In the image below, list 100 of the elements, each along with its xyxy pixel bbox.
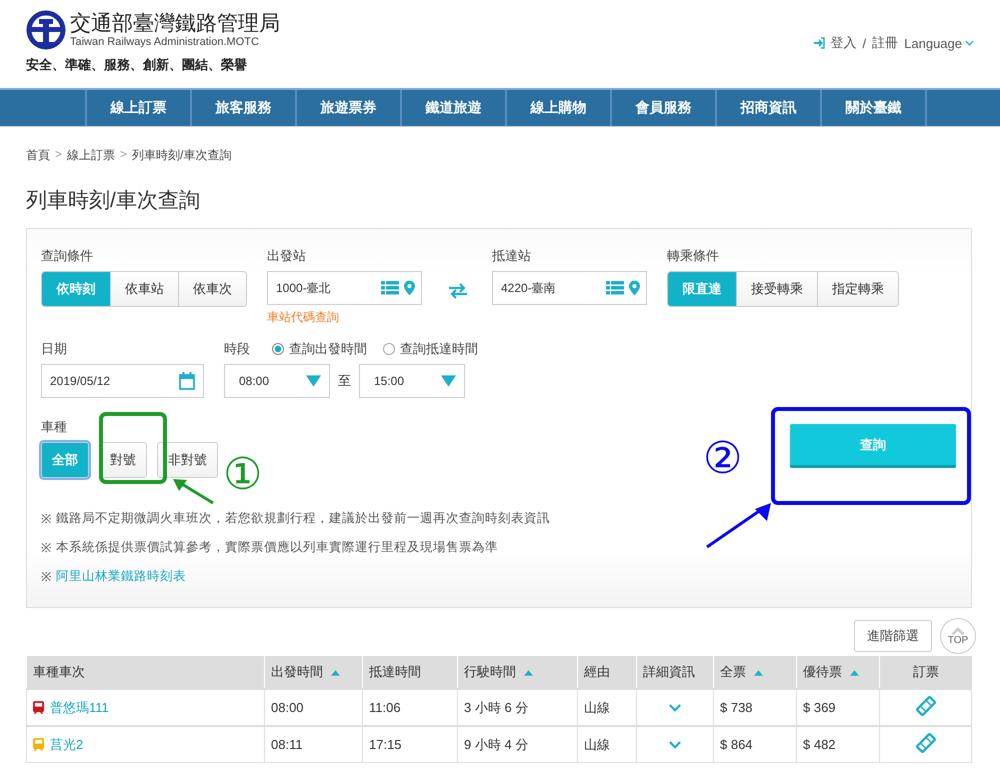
table-cell: 山線	[578, 689, 636, 726]
column-header[interactable]: 訂票	[880, 656, 972, 689]
breadcrumb-separator: >	[55, 147, 62, 163]
page-title: 列車時刻/車次查詢	[26, 188, 201, 214]
time-value: 08:00	[239, 374, 270, 388]
radio-button[interactable]	[272, 343, 284, 355]
sort-icon[interactable]	[754, 670, 763, 676]
segment-tab[interactable]: 依車站	[110, 272, 178, 306]
table-cell: $ 482	[796, 726, 880, 762]
field-label: 抵達站	[492, 247, 532, 265]
swap-icon[interactable]	[448, 283, 468, 299]
breadcrumb-link[interactable]: 首頁	[26, 147, 50, 164]
station-value: 1000-臺北	[276, 280, 332, 296]
ticket-icon[interactable]	[916, 733, 936, 753]
station-field[interactable]: 4220-臺南	[492, 271, 647, 305]
table-cell: 山線	[578, 726, 636, 762]
note-mark: ※	[41, 540, 51, 556]
nav-item[interactable]: 關於臺鐵	[820, 90, 927, 126]
table-cell: 17:15	[362, 726, 458, 762]
breadcrumb-link[interactable]: 線上訂票	[67, 147, 116, 164]
column-header[interactable]: 行駛時間	[458, 656, 578, 689]
note-text: 鐵路局不定期微調火車班次，若您欲規劃行程，建議於出發前一週再次查詢時刻表資訊	[56, 510, 550, 527]
table-cell: $ 738	[714, 689, 796, 726]
login-link[interactable]: 登入	[830, 34, 857, 52]
register-link[interactable]: 註冊	[872, 34, 898, 52]
nav-item[interactable]: 線上訂票	[85, 90, 190, 126]
nav-item[interactable]: 線上購物	[505, 90, 610, 126]
train-type-button[interactable]: 非對號	[157, 442, 218, 478]
time-dropdown[interactable]: 15:00	[359, 364, 465, 398]
nav-item[interactable]: 旅客服務	[190, 90, 295, 126]
advanced-filter-button[interactable]: 進階篩選	[854, 620, 932, 652]
note-mark: ※	[41, 511, 51, 527]
column-header[interactable]: 詳細資訊	[636, 656, 714, 689]
sort-icon[interactable]	[524, 670, 533, 676]
chevron-down-icon[interactable]	[669, 704, 681, 712]
list-icon[interactable]	[381, 281, 399, 295]
rail-logo-icon	[26, 10, 66, 50]
segment-tab[interactable]: 接受轉乘	[736, 272, 817, 306]
field-label: 日期	[41, 340, 68, 358]
table-cell: 9 小時 4 分	[458, 726, 578, 762]
org-name-english: Taiwan Railways Administration.MOTC	[70, 36, 260, 48]
nav-item[interactable]: 鐵道旅遊	[400, 90, 505, 126]
back-to-top-button[interactable]: TOP	[940, 618, 976, 654]
column-header[interactable]: 全票	[714, 656, 796, 689]
breadcrumb-link[interactable]: 列車時刻/車次查詢	[132, 147, 232, 164]
radio-option[interactable]: 查詢抵達時間	[383, 340, 478, 358]
nav-item[interactable]: 會員服務	[610, 90, 715, 126]
segment-tab[interactable]: 指定轉乘	[817, 272, 898, 306]
station-value: 4220-臺南	[501, 280, 557, 296]
calendar-icon[interactable]	[179, 372, 195, 390]
chevron-down-icon	[965, 40, 974, 46]
sort-icon[interactable]	[850, 670, 859, 676]
time-value: 15:00	[374, 374, 406, 388]
list-icon[interactable]	[606, 281, 624, 295]
map-pin-icon[interactable]	[629, 280, 640, 296]
separator-text: /	[862, 36, 866, 50]
sort-icon[interactable]	[331, 670, 340, 676]
radio-button[interactable]	[383, 343, 395, 355]
field-label: 查詢條件	[41, 247, 94, 265]
ticket-icon[interactable]	[916, 696, 936, 716]
dropdown-triangle-icon	[306, 375, 321, 387]
time-dropdown[interactable]: 08:00	[224, 364, 330, 398]
map-pin-icon[interactable]	[404, 280, 415, 296]
date-value: 2019/05/12	[50, 374, 112, 388]
column-header[interactable]: 經由	[578, 656, 636, 689]
dropdown-triangle-icon	[441, 375, 456, 387]
login-icon	[812, 37, 825, 49]
column-header[interactable]: 優待票	[796, 656, 880, 689]
nav-item[interactable]: 旅遊票券	[295, 90, 400, 126]
language-dropdown[interactable]: Language	[904, 36, 974, 50]
step-number: ①	[223, 451, 262, 499]
breadcrumb-separator: >	[120, 147, 128, 163]
chevron-up-icon	[951, 626, 965, 634]
field-label: 出發站	[267, 247, 307, 265]
column-header[interactable]: 出發時間	[264, 656, 362, 689]
field-label: 車種	[41, 418, 68, 436]
table-cell: 08:11	[264, 726, 362, 762]
org-name: 交通部臺灣鐵路管理局	[70, 12, 280, 36]
table-cell: 3 小時 6 分	[458, 689, 578, 726]
nav-item[interactable]: 招商資訊	[715, 90, 820, 126]
chevron-down-icon[interactable]	[669, 741, 681, 749]
annotation-arrow	[705, 501, 773, 549]
station-field[interactable]: 1000-臺北	[267, 271, 422, 305]
segment-tab[interactable]: 依車次	[178, 272, 246, 306]
column-header[interactable]: 抵達時間	[362, 656, 458, 689]
note-mark: ※	[41, 569, 51, 585]
table-cell: 08:00	[264, 689, 362, 726]
note-text: 本系統係提供票價試算參考，實際票價應以列車實際運行里程及現場售票為準	[56, 539, 498, 556]
column-header[interactable]: 車種車次	[26, 656, 264, 689]
table-cell: $ 864	[714, 726, 796, 762]
step-number: ②	[703, 435, 742, 483]
radio-option[interactable]: 查詢出發時間	[272, 340, 367, 358]
slogan: 安全、準確、服務、創新、團結、榮譽	[26, 56, 248, 74]
field-label: 轉乘條件	[667, 247, 720, 265]
table-cell: 11:06	[362, 689, 458, 726]
range-separator: 至	[338, 372, 351, 390]
table-cell: $ 369	[796, 689, 880, 726]
annotation-arrow	[171, 477, 215, 505]
field-label: 時段	[224, 340, 250, 358]
date-field[interactable]: 2019/05/12	[41, 364, 204, 398]
